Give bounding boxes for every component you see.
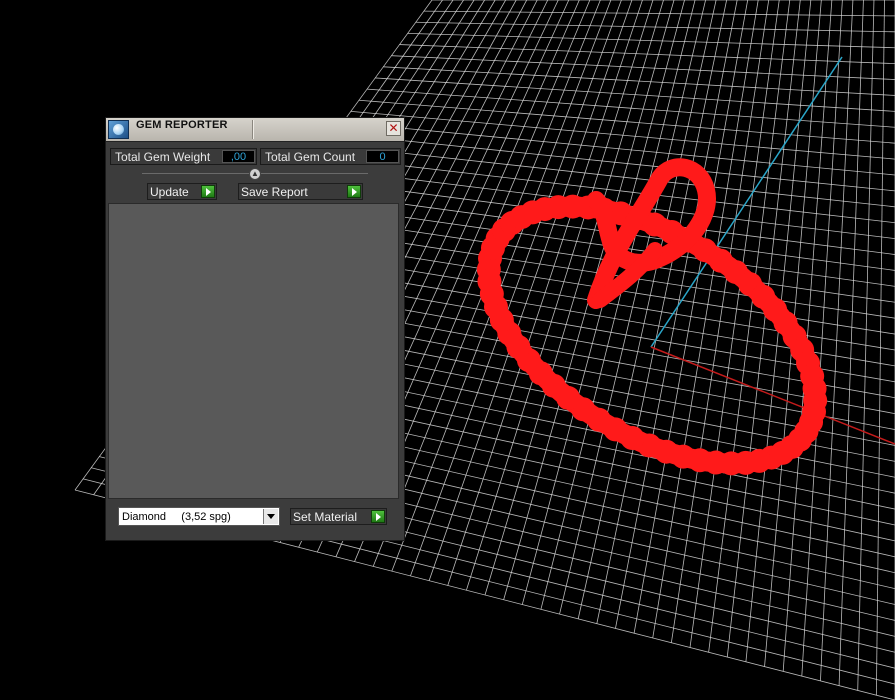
material-dropdown[interactable]: Diamond (3,52 spg) xyxy=(118,507,280,526)
total-gem-count-label: Total Gem Count xyxy=(265,149,356,164)
total-gem-weight-label: Total Gem Weight xyxy=(115,149,211,164)
grid-line xyxy=(633,0,749,634)
close-icon: ✕ xyxy=(388,121,399,135)
gem-reporter-icon xyxy=(108,120,129,139)
panel-title: GEM REPORTER xyxy=(136,119,228,131)
material-dropdown-value: Diamond (3,52 spg) xyxy=(122,510,231,523)
ring-bead xyxy=(794,419,819,444)
report-list[interactable] xyxy=(108,203,399,499)
save-report-button[interactable]: Save Report xyxy=(238,183,363,200)
ring-model[interactable] xyxy=(476,158,828,476)
total-gem-count-value: 0 xyxy=(366,150,399,163)
gem-reporter-panel: GEM REPORTER ✕ Total Gem Weight ,00 Tota… xyxy=(105,117,405,541)
grid-line xyxy=(838,0,864,686)
total-gem-count: Total Gem Count 0 xyxy=(260,148,401,165)
chevron-up-icon[interactable]: ▲ xyxy=(249,168,261,180)
total-gem-weight: Total Gem Weight ,00 xyxy=(110,148,257,165)
title-separator xyxy=(252,120,253,139)
grid-line xyxy=(820,0,854,681)
close-button[interactable]: ✕ xyxy=(386,121,401,136)
grid-line xyxy=(857,0,875,691)
play-icon xyxy=(371,510,385,523)
y-axis-line xyxy=(650,56,843,348)
grid-line xyxy=(484,0,664,596)
play-icon xyxy=(201,185,215,198)
play-icon xyxy=(347,185,361,198)
grid-line xyxy=(652,0,759,639)
panel-titlebar[interactable]: GEM REPORTER ✕ xyxy=(106,118,404,142)
update-button[interactable]: Update xyxy=(147,183,217,200)
chevron-down-icon[interactable] xyxy=(263,509,278,524)
total-gem-weight-value: ,00 xyxy=(222,150,255,163)
grid-line xyxy=(559,0,706,615)
save-report-button-label: Save Report xyxy=(241,184,308,199)
set-material-button-label: Set Material xyxy=(293,509,358,524)
grid-line xyxy=(875,0,885,696)
set-material-button[interactable]: Set Material xyxy=(290,508,387,525)
grid-line xyxy=(577,0,717,619)
grid-line xyxy=(670,0,770,643)
grid-line xyxy=(689,0,780,648)
update-button-label: Update xyxy=(150,184,189,199)
